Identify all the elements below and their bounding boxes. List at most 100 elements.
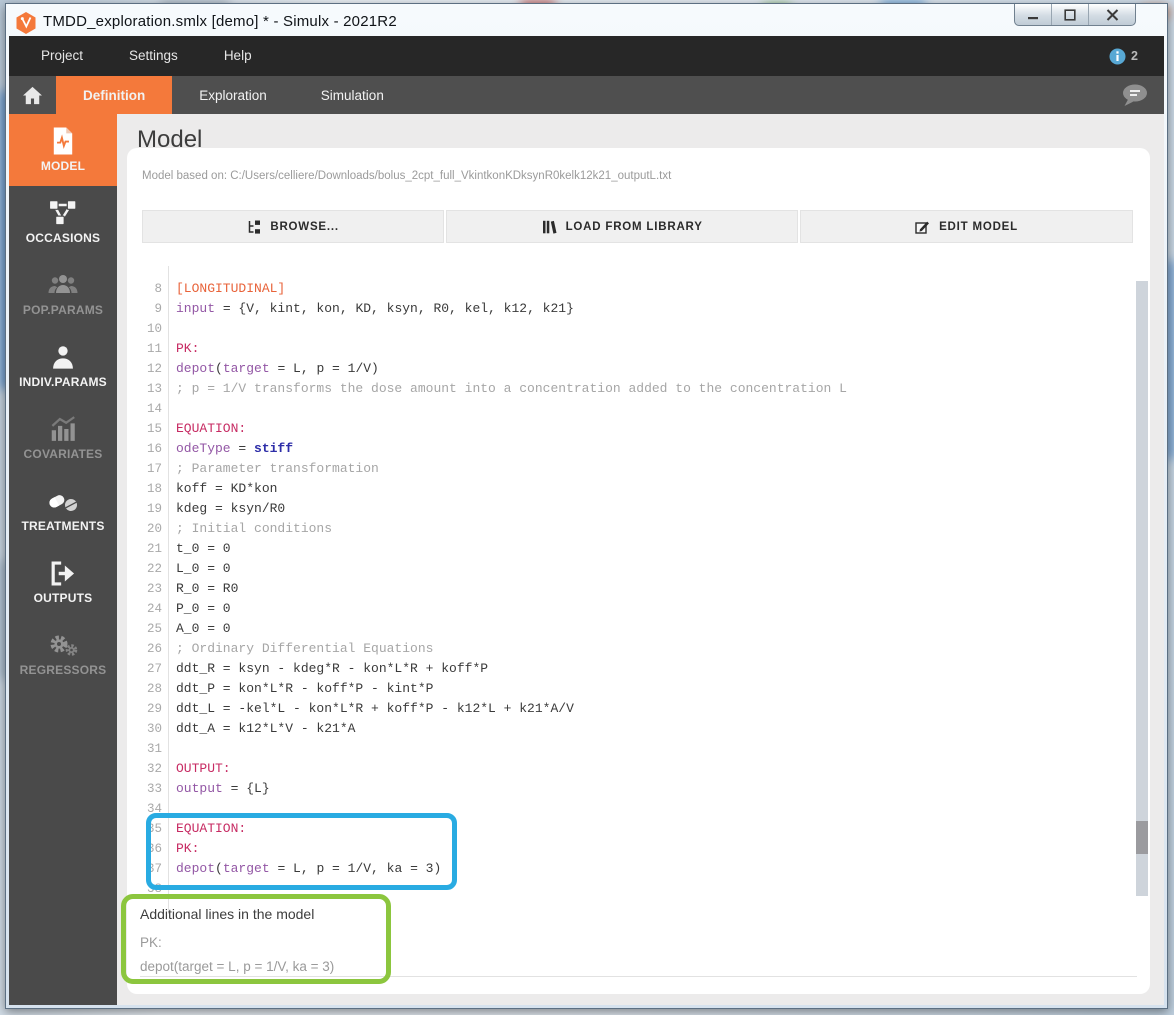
line-number: 17 — [146, 462, 162, 476]
comment-bubble-icon[interactable] — [1120, 82, 1150, 108]
sidebar-item-label: TREATMENTS — [21, 519, 105, 533]
sidebar-item-outputs[interactable]: OUTPUTS — [9, 546, 117, 618]
menu-item-settings[interactable]: Settings — [115, 36, 192, 76]
sidebar-item-indiv-params[interactable]: INDIV.PARAMS — [9, 330, 117, 402]
line-number: 11 — [146, 342, 162, 356]
code-line: L_0 = 0 — [176, 561, 231, 576]
code-line: depot(target = L, p = 1/V) — [176, 361, 379, 376]
line-number: 9 — [154, 302, 162, 316]
home-icon — [22, 86, 43, 105]
code-line: A_0 = 0 — [176, 621, 231, 636]
line-number: 20 — [146, 522, 162, 536]
library-icon — [542, 220, 557, 234]
code-line: ; p = 1/V transforms the dose amount int… — [176, 381, 847, 396]
code-line: output = {L} — [176, 781, 270, 796]
covariates-icon — [9, 413, 117, 445]
sidebar-item-regressors[interactable]: REGRESSORS — [9, 618, 117, 690]
code-line: [LONGITUDINAL] — [176, 281, 286, 296]
note-line: depot(target = L, p = 1/V, ka = 3) — [140, 959, 335, 974]
code-line: ; Initial conditions — [176, 521, 333, 536]
tab-bar: Definition Exploration Simulation — [9, 76, 1164, 114]
line-number: 21 — [146, 542, 162, 556]
model-icon — [9, 125, 117, 157]
load-from-library-button[interactable]: LOAD FROM LIBRARY — [446, 210, 799, 243]
sidebar-item-label: POP.PARAMS — [22, 303, 104, 317]
added-lines-highlight-box — [146, 813, 457, 890]
line-number: 32 — [146, 762, 162, 776]
sidebar-item-label: OUTPUTS — [33, 591, 93, 605]
maximize-button[interactable] — [1052, 4, 1089, 25]
code-line: kdeg = ksyn/R0 — [176, 501, 286, 516]
line-number: 14 — [146, 402, 162, 416]
editor-scrollbar[interactable] — [1136, 281, 1148, 896]
line-number: 30 — [146, 722, 162, 736]
minimize-button[interactable] — [1015, 4, 1052, 25]
model-source-path: Model based on: C:/Users/celliere/Downlo… — [142, 170, 672, 182]
menu-item-project[interactable]: Project — [27, 36, 97, 76]
close-icon — [1106, 8, 1119, 21]
line-number: 24 — [146, 602, 162, 616]
line-number: 29 — [146, 702, 162, 716]
code-line: ddt_L = -kel*L - kon*L*R + koff*P - k12*… — [176, 701, 574, 716]
line-number: 8 — [154, 282, 162, 296]
code-line: OUTPUT: — [176, 761, 231, 776]
line-number: 19 — [146, 502, 162, 516]
code-line: ddt_P = kon*L*R - koff*P - kint*P — [176, 681, 434, 696]
code-lines: [LONGITUDINAL] input = {V, kint, kon, KD,… — [176, 266, 1116, 899]
occasions-icon — [9, 197, 117, 229]
notifications-badge[interactable]: 2 — [1109, 36, 1138, 76]
line-number: 25 — [146, 622, 162, 636]
window-title: TMDD_exploration.smlx [demo] * - Simulx … — [43, 13, 397, 30]
menu-item-help[interactable]: Help — [210, 36, 266, 76]
sidebar-item-label: COVARIATES — [23, 447, 103, 461]
outputs-icon — [9, 557, 117, 589]
line-number: 18 — [146, 482, 162, 496]
tab-definition[interactable]: Definition — [56, 76, 173, 114]
sidebar-item-treatments[interactable]: TREATMENTS — [9, 474, 117, 546]
tab-home[interactable] — [9, 76, 56, 114]
sidebar-item-model[interactable]: MODEL — [9, 114, 117, 186]
close-button[interactable] — [1089, 4, 1135, 25]
sidebar-item-pop-params[interactable]: POP.PARAMS — [9, 258, 117, 330]
code-line: EQUATION: — [176, 421, 247, 436]
menu-bar: Project Settings Help 2 — [9, 36, 1164, 76]
added-lines-note: Additional lines in the model PK: depot(… — [121, 894, 391, 984]
app-window: TMDD_exploration.smlx [demo] * - Simulx … — [5, 3, 1168, 1009]
code-line: PK: — [176, 341, 200, 356]
tab-simulation[interactable]: Simulation — [294, 76, 411, 114]
sidebar-item-covariates[interactable]: COVARIATES — [9, 402, 117, 474]
code-line: ddt_A = k12*L*V - k21*A — [176, 721, 356, 736]
simulx-icon — [15, 11, 37, 35]
line-number: 15 — [146, 422, 162, 436]
code-line: ; Parameter transformation — [176, 461, 379, 476]
button-label: EDIT MODEL — [939, 220, 1018, 233]
line-number: 26 — [146, 642, 162, 656]
window-controls — [1014, 4, 1136, 26]
regressors-icon — [9, 629, 117, 661]
browse--button[interactable]: BROWSE... — [142, 210, 445, 243]
line-number: 10 — [146, 322, 162, 336]
tab-exploration[interactable]: Exploration — [172, 76, 294, 114]
info-icon — [1109, 48, 1126, 65]
line-number: 31 — [146, 742, 162, 756]
button-label: LOAD FROM LIBRARY — [565, 220, 703, 233]
note-line: PK: — [140, 935, 162, 950]
line-number: 12 — [146, 362, 162, 376]
scrollbar-thumb[interactable] — [1136, 821, 1148, 854]
button-label: BROWSE... — [270, 220, 339, 233]
edit-model-button[interactable]: EDIT MODEL — [800, 210, 1133, 243]
sidebar-item-occasions[interactable]: OCCASIONS — [9, 186, 117, 258]
sidebar-item-label: INDIV.PARAMS — [19, 375, 107, 389]
code-line: koff = KD*kon — [176, 481, 278, 496]
edit-icon — [915, 220, 930, 234]
note-title: Additional lines in the model — [140, 906, 315, 922]
code-line: ; Ordinary Differential Equations — [176, 641, 434, 656]
sidebar-item-label: REGRESSORS — [19, 663, 107, 677]
maximize-icon — [1064, 8, 1076, 21]
code-line: input = {V, kint, kon, KD, ksyn, R0, kel… — [176, 301, 574, 316]
minimize-icon — [1027, 9, 1039, 21]
title-bar[interactable]: TMDD_exploration.smlx [demo] * - Simulx … — [9, 4, 1164, 36]
model-toolbar: BROWSE... LOAD FROM LIBRARY EDIT MODEL — [142, 210, 1133, 243]
